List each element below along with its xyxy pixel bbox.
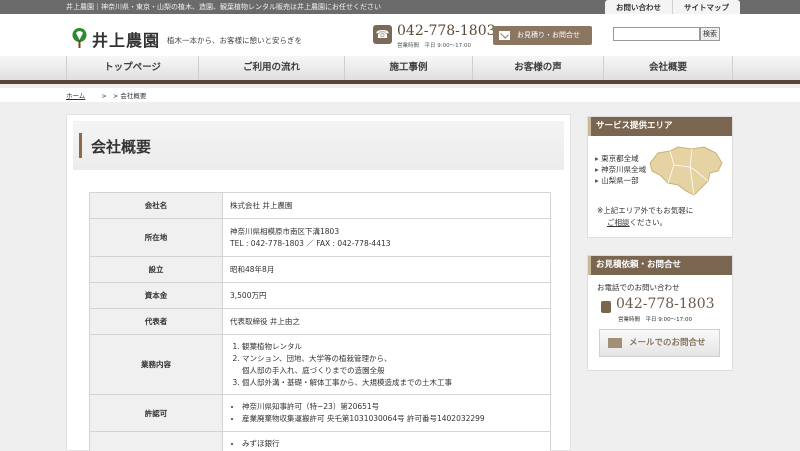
consult-link[interactable]: ご相談 [607,218,630,227]
row-value: 株式会社 井上農園 [222,192,551,219]
estimate-contact-button[interactable]: お見積り・お問合せ [493,26,592,45]
mail-icon [608,338,622,348]
bank-list: みずほ銀行 [230,438,543,450]
nav-item-flow[interactable]: ご利用の流れ [199,56,345,80]
table-row: 資本金 3,500万円 [89,282,551,309]
area-note: ※上記エリア外でもお気軽に ご相談ください。 [597,206,694,227]
row-label: 資本金 [89,282,223,309]
mail-contact-label: メールでのお問合せ [629,338,706,348]
area-list: 東京都全域 神奈川県全域 山梨県一部 [595,153,646,186]
nav-item-voices[interactable]: お客様の声 [473,56,604,80]
sidebar-phone-number: 042-778-1803 [616,296,715,312]
list-item: 産業廃棄物収集運搬許可 央乇第1031030064号 許可番号140203229… [242,413,543,425]
list-item: みずほ銀行 [242,438,543,450]
mail-contact-button[interactable]: メールでのお問合せ [599,329,720,357]
area-item: 山梨県一部 [595,175,646,186]
search-input[interactable] [613,27,700,41]
row-value: 観葉植物レンタル マンション、団地、大学等の植栽管理から、個人邸の手入れ、庭づく… [222,334,551,395]
page-title: 会社概要 [91,138,152,156]
breadcrumb: ホーム > > 会社概要 [0,88,800,102]
row-label [89,431,223,451]
list-item: 観葉植物レンタル [242,341,543,353]
mail-icon [499,31,510,40]
row-label: 許認可 [89,394,223,432]
license-list: 神奈川県知事許可（特−23）第20651号 産業廃棄物収集運搬許可 央乇第103… [230,401,543,425]
area-item: 神奈川県全域 [595,164,646,175]
phone-icon [601,301,611,313]
table-row: 設立 昭和48年8月 [89,256,551,283]
estimate-contact-label: お見積り・お問合せ [517,31,580,39]
contact-box-title: お見積依頼・お問合せ [588,256,732,275]
site-header: 井上農園 植木一本から、お客様に憩いと安らぎを ☎ 042-778-1803 営… [0,14,800,56]
service-area-title: サービス提供エリア [588,117,732,136]
business-list: 観葉植物レンタル マンション、団地、大学等の植栽管理から、個人邸の手入れ、庭づく… [230,341,543,389]
row-value: 代表取締役 井上由之 [222,308,551,335]
main-content: 会社概要 会社名 株式会社 井上農園 所在地 神奈川県相模原市南区下溝1803 … [66,114,571,451]
phone-number: 042-778-1803 [397,23,496,39]
table-row: 代表者 代表取締役 井上由之 [89,308,551,335]
tel-fax-line: TEL : 042-778-1803 ／ FAX : 042-778-4413 [230,238,391,248]
table-row: 許認可 神奈川県知事許可（特−23）第20651号 産業廃棄物収集運搬許可 央乇… [89,394,551,432]
catchphrase: 植木一本から、お客様に憩いと安らぎを [167,36,302,45]
row-label: 代表者 [89,308,223,335]
company-info-table: 会社名 株式会社 井上農園 所在地 神奈川県相模原市南区下溝1803 TEL :… [89,192,551,451]
breadcrumb-separator: > [101,92,107,100]
row-value: 昭和48年8月 [222,256,551,283]
nav-item-top[interactable]: トップページ [66,56,199,80]
business-hours: 営業時間 平日 9:00～17:00 [397,43,471,49]
row-label: 設立 [89,256,223,283]
title-accent [79,133,82,158]
list-item: マンション、団地、大学等の植栽管理から、個人邸の手入れ、庭づくりまでの造園全般 [242,353,543,377]
breadcrumb-home[interactable]: ホーム [66,92,85,100]
table-row: 所在地 神奈川県相模原市南区下溝1803 TEL : 042-778-1803 … [89,218,551,257]
tree-logo-icon[interactable] [72,28,87,48]
table-row: 業務内容 観葉植物レンタル マンション、団地、大学等の植栽管理から、個人邸の手入… [89,334,551,395]
header-phone: ☎ 042-778-1803 営業時間 平日 9:00～17:00 [373,23,496,50]
row-value: みずほ銀行 [222,431,551,451]
phone-contact-label: お電話でのお問い合わせ [597,283,680,292]
area-item: 東京都全域 [595,153,646,164]
logo-text[interactable]: 井上農園 [92,27,160,51]
sidebar-business-hours: 営業時間 平日 9:00～17:00 [618,317,692,323]
list-item: 個人邸外溝・基礎・解体工事から、大規模造成までの土木工事 [242,377,543,389]
search-button[interactable]: 検索 [700,27,720,41]
global-nav: トップページ ご利用の流れ 施工事例 お客様の声 会社概要 [0,56,800,84]
area-map-image [649,146,723,196]
table-row: 会社名 株式会社 井上農園 [89,192,551,219]
table-row: みずほ銀行 [89,431,551,451]
nav-item-company[interactable]: 会社概要 [604,56,733,80]
row-value: 3,500万円 [222,282,551,309]
row-label: 所在地 [89,218,223,257]
nav-item-works[interactable]: 施工事例 [345,56,473,80]
row-label: 業務内容 [89,334,223,395]
breadcrumb-current: > 会社概要 [112,92,147,100]
row-label: 会社名 [89,192,223,219]
contact-box: お見積依頼・お問合せ お電話でのお問い合わせ 042-778-1803 営業時間… [587,255,733,371]
phone-icon: ☎ [373,25,392,44]
site-tagline: 井上農園｜神奈川県・東京・山梨の植木、造園、観葉植物レンタル販売は井上農園にお任… [66,3,381,11]
page-title-bar: 会社概要 [73,121,564,170]
address-line: 神奈川県相模原市南区下溝1803 [230,226,340,236]
list-item: 神奈川県知事許可（特−23）第20651号 [242,401,543,413]
row-value: 神奈川県相模原市南区下溝1803 TEL : 042-778-1803 ／ FA… [222,218,551,257]
row-value: 神奈川県知事許可（特−23）第20651号 産業廃棄物収集運搬許可 央乇第103… [222,394,551,432]
service-area-box: サービス提供エリア 東京都全域 神奈川県全域 山梨県一部 ※上記エリア外でもお気… [587,116,733,238]
